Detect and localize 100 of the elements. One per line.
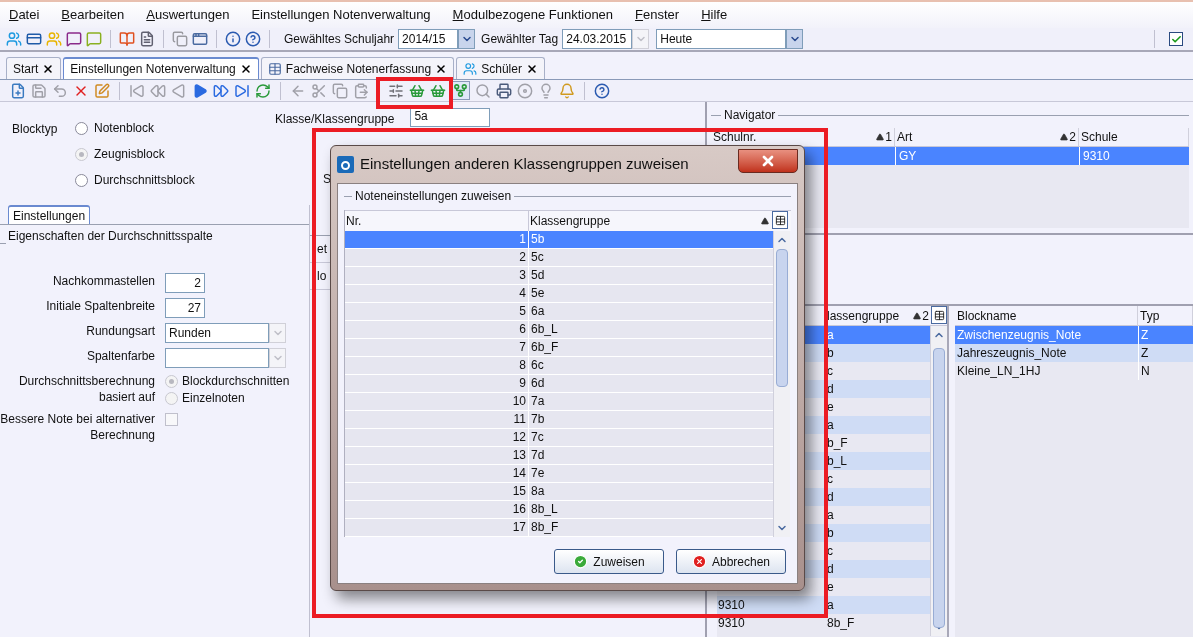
help-icon[interactable] (245, 31, 261, 47)
menu-item[interactable]: Bearbeiten (61, 5, 125, 25)
edit-icon[interactable] (94, 82, 110, 99)
cancel-button[interactable]: Abbrechen (676, 549, 786, 574)
column-header[interactable]: Art 2 (895, 128, 1079, 146)
document-icon[interactable] (139, 31, 155, 47)
table-row[interactable]: 9310 a (717, 596, 931, 614)
tab[interactable]: Schüler (456, 57, 545, 79)
day-mode-select[interactable]: Heute (656, 29, 787, 49)
close-icon[interactable] (42, 62, 55, 75)
number-field[interactable]: 2 (165, 273, 205, 293)
scrollbar[interactable] (930, 326, 947, 636)
checkbox[interactable] (1169, 32, 1183, 46)
navigator-title: Navigator (723, 107, 777, 124)
help-icon[interactable] (594, 82, 610, 99)
table-row[interactable]: 10 7a (345, 393, 773, 411)
klasse-field[interactable]: 5a (410, 108, 491, 127)
basket-icon[interactable] (409, 82, 425, 99)
dropdown-button[interactable] (786, 29, 804, 49)
table-cell-text: 6c (530, 357, 545, 374)
table-row[interactable]: 16 8b_L (345, 501, 773, 519)
table-row[interactable]: 3 5d (345, 267, 773, 285)
table-row[interactable]: 4 5e (345, 285, 773, 303)
copy-icon[interactable] (172, 31, 188, 47)
tab[interactable]: Start (6, 57, 62, 79)
column-chooser-button[interactable] (931, 306, 947, 324)
school-year-field[interactable]: 2014/15 (398, 29, 459, 49)
menu-item[interactable]: Hilfe (701, 5, 728, 25)
scissors-icon[interactable] (311, 82, 327, 99)
radio-button[interactable] (75, 173, 88, 187)
radio-button[interactable] (75, 121, 88, 135)
table-row[interactable]: 13 7d (345, 447, 773, 465)
menu-item[interactable]: Datei (9, 5, 40, 25)
tab[interactable]: Fachweise Notenerfassung (260, 57, 455, 79)
search-icon[interactable] (475, 82, 491, 99)
menu-item[interactable]: Auswertungen (146, 5, 230, 25)
table-row[interactable]: Jahreszeugnis_Note Z (955, 344, 1193, 362)
column-header[interactable]: Schule (1079, 128, 1189, 146)
table-row[interactable]: 17 8b_F (345, 519, 773, 537)
close-icon[interactable] (435, 62, 448, 75)
people-icon[interactable] (6, 31, 22, 47)
copy-icon[interactable] (332, 82, 348, 99)
book-icon[interactable] (119, 31, 135, 47)
table-row[interactable]: Kleine_LN_1HJ N (955, 362, 1193, 380)
save-icon[interactable] (31, 82, 47, 99)
table-row[interactable]: 14 7e (345, 465, 773, 483)
bulb-icon[interactable] (538, 82, 554, 99)
card-icon[interactable] (26, 31, 42, 47)
tab[interactable]: Einstellungen Notenverwaltung (63, 57, 259, 79)
close-icon[interactable] (239, 63, 252, 75)
tab[interactable]: Einstellungen (8, 205, 91, 225)
close-icon[interactable] (525, 62, 538, 75)
radio-button[interactable] (165, 391, 178, 405)
select-field[interactable] (165, 348, 269, 368)
menu-item[interactable]: Fenster (635, 5, 680, 25)
menu-item[interactable]: Einstellungen Notenverwaltung (251, 5, 431, 25)
select-field[interactable]: Runden (165, 323, 269, 343)
message-icon[interactable] (66, 31, 82, 47)
table-row[interactable]: 5 6a (345, 303, 773, 321)
bell-icon[interactable] (559, 82, 575, 99)
table-row[interactable]: 7 6b_F (345, 339, 773, 357)
table-row[interactable]: 8 6c (345, 357, 773, 375)
fast-forward-icon[interactable] (213, 82, 229, 99)
table-row[interactable]: 12 7c (345, 429, 773, 447)
table-row[interactable]: 9 6d (345, 375, 773, 393)
new-document-icon[interactable] (10, 82, 26, 99)
scrollbar[interactable] (773, 231, 790, 537)
close-button[interactable] (738, 148, 798, 173)
table-row[interactable]: 2 5c (345, 249, 773, 267)
rewind-icon[interactable] (150, 82, 166, 99)
table-row[interactable]: 6 6b_L (345, 321, 773, 339)
disc-icon[interactable] (517, 82, 533, 99)
column-chooser-button[interactable] (772, 211, 788, 229)
app-icon (337, 156, 354, 173)
dropdown-button[interactable] (458, 29, 476, 49)
scrollbar-thumb[interactable] (933, 348, 946, 628)
table-row[interactable]: 11 7b (345, 411, 773, 429)
basket-icon[interactable] (430, 82, 446, 99)
menu-item[interactable]: Modulbezogene Funktionen (452, 5, 614, 25)
checkbox[interactable] (165, 413, 178, 426)
undo-icon[interactable] (52, 82, 68, 99)
table-cell-text: 6a (530, 303, 546, 320)
first-icon[interactable] (129, 82, 145, 99)
window-icon[interactable] (192, 31, 208, 47)
info-icon[interactable] (225, 31, 241, 47)
previous-icon[interactable] (171, 82, 187, 99)
last-icon[interactable] (234, 82, 250, 99)
printer-icon[interactable] (496, 82, 512, 99)
day-field[interactable]: 24.03.2015 (562, 29, 633, 49)
paste-icon[interactable] (353, 82, 369, 99)
next-icon[interactable] (192, 82, 208, 99)
sliders-icon[interactable] (388, 82, 404, 99)
refresh-icon[interactable] (255, 82, 271, 99)
radio-button[interactable] (165, 374, 178, 388)
column-header[interactable]: Klassengruppe (529, 211, 772, 231)
number-field[interactable]: 27 (165, 298, 205, 318)
table-row[interactable]: 15 8a (345, 483, 773, 501)
assign-button[interactable]: Zuweisen (554, 549, 664, 574)
scrollbar-thumb[interactable] (776, 249, 788, 387)
blocktyp-label: Blocktyp (12, 121, 59, 138)
